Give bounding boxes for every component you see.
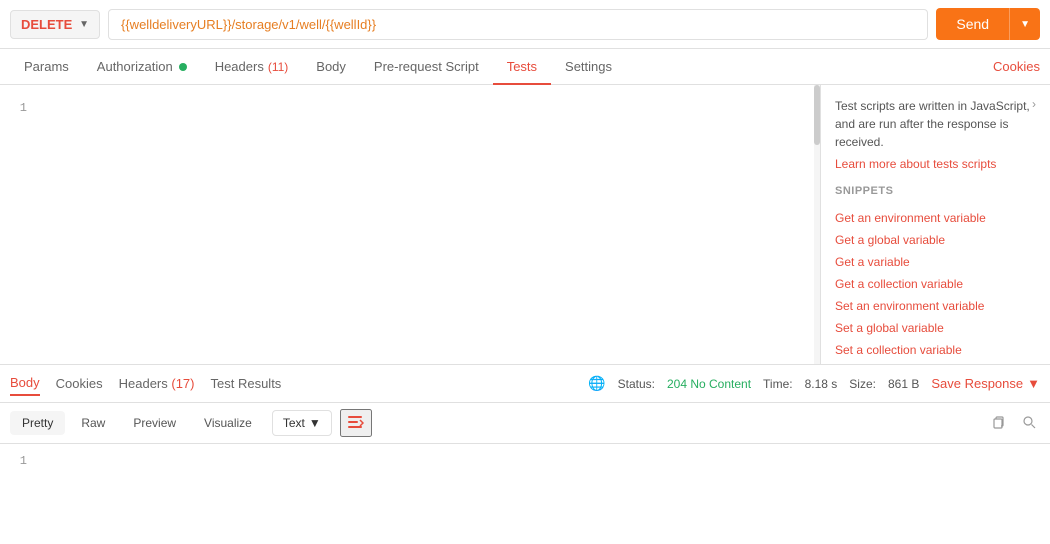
- tab-settings[interactable]: Settings: [551, 49, 626, 84]
- scrollbar-track[interactable]: [814, 85, 820, 364]
- format-tab-raw[interactable]: Raw: [69, 411, 117, 435]
- time-value: 8.18 s: [805, 377, 838, 391]
- right-panel: Test scripts are written in JavaScript, …: [820, 85, 1050, 364]
- main-content: 1 Test scripts are written in JavaScript…: [0, 85, 1050, 365]
- method-selector[interactable]: DELETE ▼: [10, 10, 100, 39]
- editor-gutter: 1: [0, 85, 35, 123]
- globe-icon: 🌐: [588, 375, 605, 392]
- method-label: DELETE: [21, 17, 75, 32]
- editor-content[interactable]: [35, 85, 814, 364]
- response-header: Body Cookies Headers (17) Test Results 🌐…: [0, 365, 1050, 403]
- scrollbar-thumb[interactable]: [814, 85, 820, 145]
- method-dropdown-icon: ▼: [79, 19, 89, 30]
- text-dropdown-icon: ▼: [309, 416, 321, 430]
- snippet-get-env-var[interactable]: Get an environment variable: [835, 207, 1036, 229]
- tabs-bar: Params Authorization Headers (11) Body P…: [0, 49, 1050, 85]
- tab-prerequest[interactable]: Pre-request Script: [360, 49, 493, 84]
- response-tab-cookies[interactable]: Cookies: [56, 372, 103, 395]
- snippet-set-collection-var[interactable]: Set a collection variable: [835, 339, 1036, 361]
- tab-tests[interactable]: Tests: [493, 49, 551, 84]
- size-value: 861 B: [888, 377, 919, 391]
- snippet-set-env-var[interactable]: Set an environment variable: [835, 295, 1036, 317]
- send-dropdown-button[interactable]: ▼: [1009, 8, 1040, 40]
- learn-link[interactable]: Learn more about tests scripts: [835, 157, 1036, 171]
- snippet-get-collection-var[interactable]: Get a collection variable: [835, 273, 1036, 295]
- format-tab-preview[interactable]: Preview: [121, 411, 188, 435]
- status-code: 204 No Content: [667, 377, 751, 391]
- line-number-1: 1: [0, 93, 27, 115]
- snippet-set-global-var[interactable]: Set a global variable: [835, 317, 1036, 339]
- send-btn-group: Send ▼: [936, 8, 1040, 40]
- size-label: Size:: [849, 377, 876, 391]
- save-response-dropdown-icon: ▼: [1027, 376, 1040, 391]
- snippet-clear-env-var[interactable]: Clear an environment variable: [835, 361, 1036, 364]
- response-status: 🌐 Status: 204 No Content Time: 8.18 s Si…: [588, 375, 1040, 392]
- authorization-active-dot: [179, 63, 187, 71]
- response-tab-headers[interactable]: Headers (17): [119, 372, 195, 395]
- editor-area[interactable]: 1: [0, 85, 814, 364]
- format-bar: Pretty Raw Preview Visualize Text ▼: [0, 403, 1050, 444]
- action-icons: [988, 411, 1040, 436]
- tab-body[interactable]: Body: [302, 49, 360, 84]
- response-body: 1: [0, 444, 1050, 544]
- chevron-right-icon: ›: [1032, 97, 1036, 111]
- text-type-dropdown[interactable]: Text ▼: [272, 410, 332, 436]
- snippet-get-global-var[interactable]: Get a global variable: [835, 229, 1036, 251]
- tab-headers[interactable]: Headers (11): [201, 49, 303, 84]
- top-bar: DELETE ▼ Send ▼: [0, 0, 1050, 49]
- format-tab-pretty[interactable]: Pretty: [10, 411, 65, 435]
- tab-authorization[interactable]: Authorization: [83, 49, 201, 84]
- cookies-button[interactable]: Cookies: [993, 59, 1040, 74]
- response-tab-body[interactable]: Body: [10, 371, 40, 396]
- url-input[interactable]: [108, 9, 928, 40]
- tab-params[interactable]: Params: [10, 49, 83, 84]
- snippets-label: SNIPPETS: [835, 185, 1036, 197]
- time-label: Time:: [763, 377, 793, 391]
- snippet-get-variable[interactable]: Get a variable: [835, 251, 1036, 273]
- response-line-number-1: 1: [0, 454, 35, 468]
- save-response-button[interactable]: Save Response ▼: [931, 376, 1040, 391]
- copy-icon[interactable]: [988, 411, 1010, 436]
- search-icon[interactable]: [1018, 411, 1040, 436]
- status-label: Status:: [618, 377, 655, 391]
- info-text: Test scripts are written in JavaScript, …: [835, 97, 1032, 151]
- response-tab-test-results[interactable]: Test Results: [211, 372, 282, 395]
- send-button[interactable]: Send: [936, 8, 1009, 40]
- format-tab-visualize[interactable]: Visualize: [192, 411, 264, 435]
- word-wrap-button[interactable]: [340, 409, 372, 437]
